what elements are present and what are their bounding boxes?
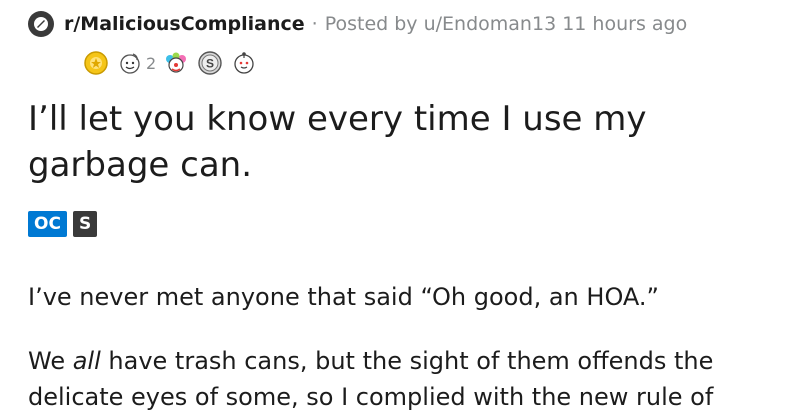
- posted-by: Posted by u/Endoman13 11 hours ago: [325, 13, 688, 35]
- post-header: r/MaliciousCompliance · Posted by u/Endo…: [28, 9, 687, 39]
- clown-award-icon[interactable]: [164, 51, 188, 75]
- post-paragraph-2: We all have trash cans, but the sight of…: [28, 343, 788, 415]
- flair-row: OC S: [28, 211, 98, 237]
- post-title[interactable]: I’ll let you know every time I use my ga…: [28, 96, 768, 188]
- subreddit-icon[interactable]: [28, 11, 54, 37]
- post-time[interactable]: 11 hours ago: [562, 13, 687, 35]
- post-paragraph-1: I’ve never met anyone that said “Oh good…: [28, 283, 659, 311]
- s-flair[interactable]: S: [72, 211, 98, 237]
- awards-row[interactable]: 2 S: [84, 48, 266, 78]
- separator-dot: ·: [311, 13, 318, 35]
- paragraph-2-start: We: [28, 347, 73, 375]
- gold-award-icon[interactable]: [84, 51, 108, 75]
- subreddit-link[interactable]: r/MaliciousCompliance: [64, 13, 305, 35]
- svg-text:S: S: [206, 57, 214, 71]
- award-count: 2: [146, 53, 157, 73]
- wholesome-award-icon[interactable]: [118, 51, 142, 75]
- post-title-line-1: I’ll let you know every time I use my: [28, 99, 647, 139]
- post-title-line-2: garbage can.: [28, 145, 253, 185]
- oc-flair[interactable]: OC: [28, 211, 67, 237]
- hugz-award-icon[interactable]: [232, 51, 256, 75]
- posted-by-prefix: Posted by: [324, 13, 418, 35]
- author-link[interactable]: u/Endoman13: [424, 13, 557, 35]
- paragraph-2-emphasis: all: [72, 347, 101, 375]
- paragraph-2-line-2: delicate eyes of some, so I complied wit…: [28, 383, 714, 411]
- paragraph-2-line-1-rest: have trash cans, but the sight of them o…: [100, 347, 714, 375]
- silver-s-award-icon[interactable]: S: [198, 51, 222, 75]
